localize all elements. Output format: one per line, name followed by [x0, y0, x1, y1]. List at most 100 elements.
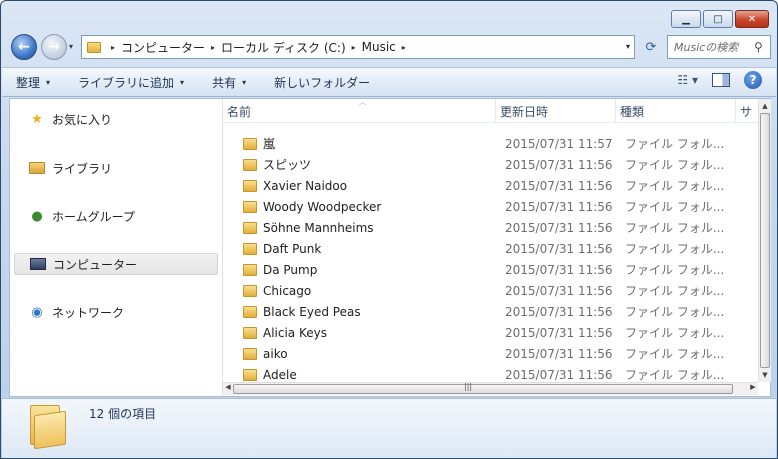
table-row[interactable]: Woody Woodpecker 2015/07/31 11:56 ファイル フォル… — [223, 196, 758, 217]
refresh-button[interactable]: ⟳ — [639, 35, 663, 59]
view-options-icon[interactable]: ☷ ▾ — [677, 73, 698, 87]
table-row[interactable]: Xavier Naidoo 2015/07/31 11:56 ファイル フォル... — [223, 175, 758, 196]
file-name: Adele — [263, 367, 297, 382]
table-row[interactable]: aiko 2015/07/31 11:56 ファイル フォル... — [223, 343, 758, 364]
scroll-down-icon[interactable]: ▼ — [759, 368, 771, 382]
file-type: ファイル フォル... — [625, 263, 725, 277]
scroll-up-icon[interactable]: ▲ — [759, 99, 771, 113]
sidebar-item-favorites[interactable]: ★ お気に入り — [14, 108, 218, 130]
folder-icon — [243, 221, 257, 234]
table-row[interactable]: Daft Punk 2015/07/31 11:56 ファイル フォル... — [223, 238, 758, 259]
address-bar[interactable]: ▸ コンピューター ▸ ローカル ディスク (C:) ▸ Music ▸ ▾ — [81, 35, 635, 59]
address-dropdown[interactable]: ▾ — [626, 42, 630, 51]
table-row[interactable]: Da Pump 2015/07/31 11:56 ファイル フォル... — [223, 259, 758, 280]
column-date[interactable]: 更新日時 — [496, 99, 616, 123]
folder-icon — [243, 137, 257, 150]
chevron-down-icon: ▾ — [242, 77, 247, 87]
new-folder-button[interactable]: 新しいフォルダー — [274, 74, 370, 91]
vertical-scrollbar[interactable]: ▲ ▼ — [758, 99, 771, 382]
table-row[interactable]: Alicia Keys 2015/07/31 11:56 ファイル フォル... — [223, 322, 758, 343]
table-row[interactable]: Black Eyed Peas 2015/07/31 11:56 ファイル フォル.… — [223, 301, 758, 322]
sidebar-item-homegroup[interactable]: ● ホームグループ — [14, 205, 218, 227]
help-icon[interactable]: ? — [744, 71, 762, 89]
sidebar-item-libraries[interactable]: ライブラリ — [14, 157, 218, 179]
organize-button[interactable]: 整理 ▾ — [16, 74, 50, 91]
navigation-pane: ★ お気に入り ライブラリ ● ホームグループ コンピューター ◉ ネットワーク — [10, 99, 222, 396]
file-type: ファイル フォル... — [625, 221, 725, 235]
table-row[interactable]: Söhne Mannheims 2015/07/31 11:56 ファイル フォル.… — [223, 217, 758, 238]
file-name: Söhne Mannheims — [263, 220, 374, 235]
share-label: 共有 — [212, 75, 237, 90]
sidebar-item-computer[interactable]: コンピューター — [14, 253, 218, 275]
column-type[interactable]: 種類 — [616, 99, 736, 123]
breadcrumb-music[interactable]: Music — [362, 40, 396, 54]
details-pane: 12 個の項目 — [2, 398, 776, 458]
column-type-label: 種類 — [620, 104, 645, 119]
file-type: ファイル フォル... — [625, 137, 725, 151]
table-row[interactable]: スピッツ 2015/07/31 11:56 ファイル フォル... — [223, 154, 758, 175]
folder-icon — [243, 305, 257, 318]
crumb-separator[interactable]: ▸ — [402, 43, 406, 52]
sidebar-item-network[interactable]: ◉ ネットワーク — [14, 301, 218, 323]
breadcrumb-local-disk[interactable]: ローカル ディスク (C:) — [221, 39, 346, 56]
column-header: ︿ 名前 更新日時 種類 サ — [223, 99, 758, 123]
horizontal-scroll-thumb[interactable]: ||| — [233, 382, 733, 394]
add-to-library-label: ライブラリに追加 — [78, 75, 175, 90]
maximize-button[interactable]: □ — [703, 10, 733, 28]
star-icon: ★ — [31, 111, 43, 127]
folder-icon — [243, 242, 257, 255]
file-name: aiko — [263, 346, 288, 361]
file-date: 2015/07/31 11:56 — [505, 241, 613, 256]
file-type: ファイル フォル... — [625, 242, 725, 256]
file-date: 2015/07/31 11:56 — [505, 157, 613, 172]
folder-icon — [87, 41, 101, 53]
new-folder-label: 新しいフォルダー — [274, 75, 371, 90]
arrow-right-icon: → — [48, 39, 60, 55]
forward-button[interactable]: → — [41, 34, 67, 60]
navigation-row: ← → ▾ ▸ コンピューター ▸ ローカル ディスク (C:) ▸ Music… — [9, 33, 771, 61]
item-count: 12 個の項目 — [89, 407, 157, 421]
minimize-button[interactable]: ▁ — [671, 10, 701, 28]
file-type: ファイル フォル... — [625, 326, 725, 340]
crumb-separator[interactable]: ▸ — [111, 43, 115, 52]
horizontal-scrollbar[interactable]: ◀ ||| ▶ — [223, 382, 758, 395]
file-type: ファイル フォル... — [625, 368, 725, 382]
grip-icon: ||| — [464, 382, 473, 391]
add-to-library-button[interactable]: ライブラリに追加 ▾ — [78, 74, 184, 91]
crumb-separator[interactable]: ▸ — [352, 43, 356, 52]
file-type: ファイル フォル... — [625, 200, 725, 214]
column-size[interactable]: サ — [736, 99, 758, 123]
folder-icon — [243, 347, 257, 360]
share-button[interactable]: 共有 ▾ — [212, 74, 246, 91]
search-box[interactable]: Musicの検索 ⚲ — [667, 35, 771, 59]
crumb-separator[interactable]: ▸ — [211, 43, 215, 52]
folder-icon — [30, 405, 66, 450]
breadcrumb-computer[interactable]: コンピューター — [121, 39, 205, 56]
recent-pages-dropdown[interactable]: ▾ — [69, 42, 73, 51]
scroll-left-icon[interactable]: ◀ — [223, 383, 233, 391]
table-row[interactable]: Chicago 2015/07/31 11:56 ファイル フォル... — [223, 280, 758, 301]
column-name[interactable]: 名前 — [223, 99, 496, 123]
search-icon[interactable]: ⚲ — [754, 40, 770, 54]
file-name: Black Eyed Peas — [263, 304, 361, 319]
folder-icon — [243, 263, 257, 276]
file-name: スピッツ — [263, 158, 312, 172]
scroll-right-icon[interactable]: ▶ — [748, 383, 758, 391]
network-icon: ◉ — [31, 304, 43, 320]
back-button[interactable]: ← — [11, 34, 37, 60]
search-input[interactable]: Musicの検索 — [668, 39, 754, 55]
file-type: ファイル フォル... — [625, 284, 725, 298]
computer-icon — [29, 256, 47, 272]
library-icon — [28, 160, 46, 176]
file-name: Daft Punk — [263, 241, 322, 256]
file-rows: 嵐 2015/07/31 11:57 ファイル フォル... スピッツ 2015/07… — [223, 133, 758, 385]
close-button[interactable]: ✕ — [735, 10, 769, 28]
arrow-left-icon: ← — [18, 39, 30, 55]
table-row[interactable]: 嵐 2015/07/31 11:57 ファイル フォル... — [223, 133, 758, 154]
vertical-scroll-thumb[interactable] — [760, 113, 770, 368]
file-date: 2015/07/31 11:56 — [505, 304, 613, 319]
sidebar-item-label: お気に入り — [52, 112, 113, 127]
file-name: Xavier Naidoo — [263, 178, 348, 193]
preview-pane-icon[interactable] — [712, 73, 730, 87]
main-content: ★ お気に入り ライブラリ ● ホームグループ コンピューター ◉ ネットワーク — [9, 98, 771, 397]
